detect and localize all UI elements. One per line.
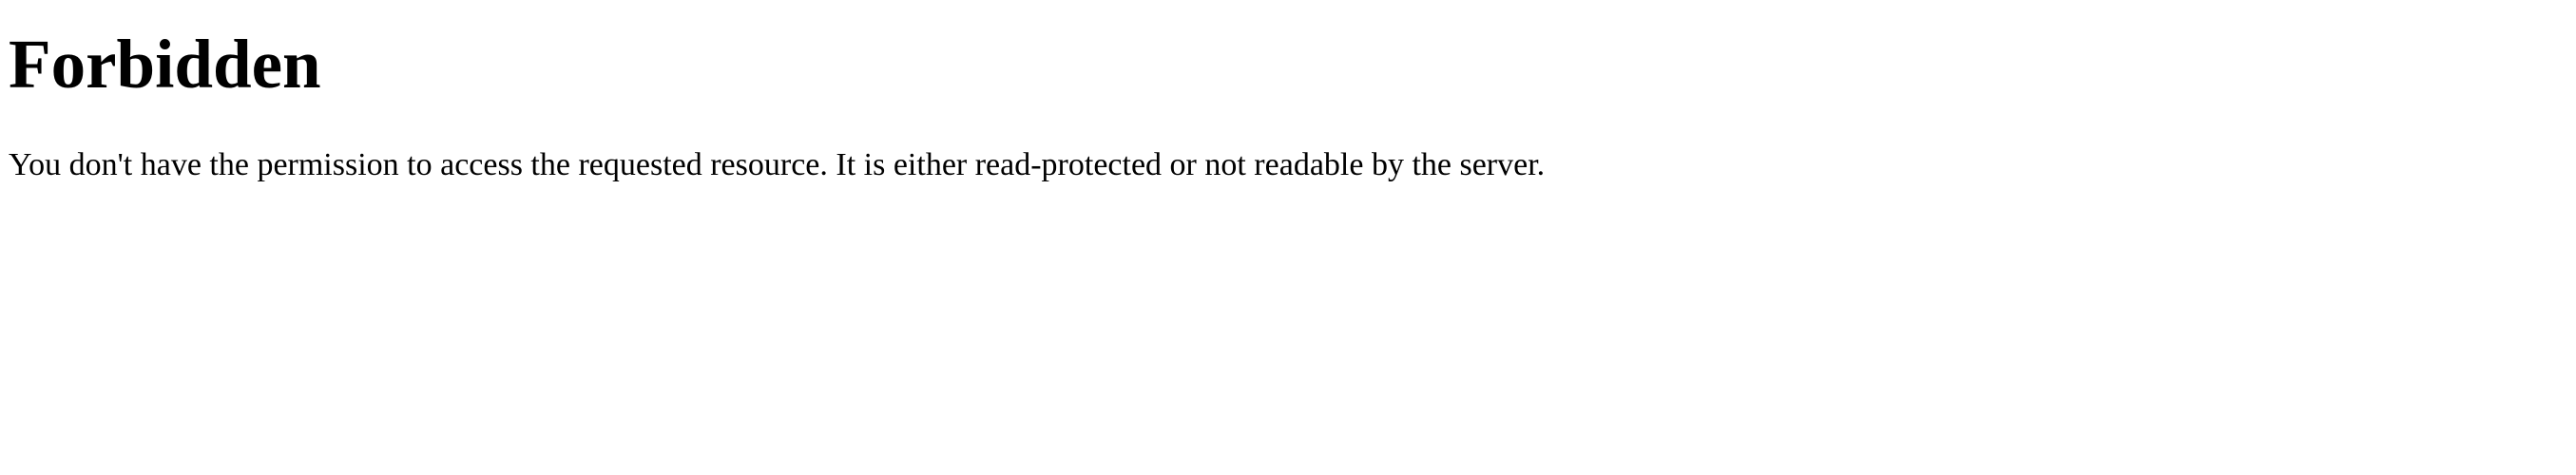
error-message: You don't have the permission to access … <box>9 147 1546 182</box>
error-page: Forbidden You don't have the permission … <box>0 0 2576 475</box>
page-title: Forbidden <box>9 26 321 103</box>
